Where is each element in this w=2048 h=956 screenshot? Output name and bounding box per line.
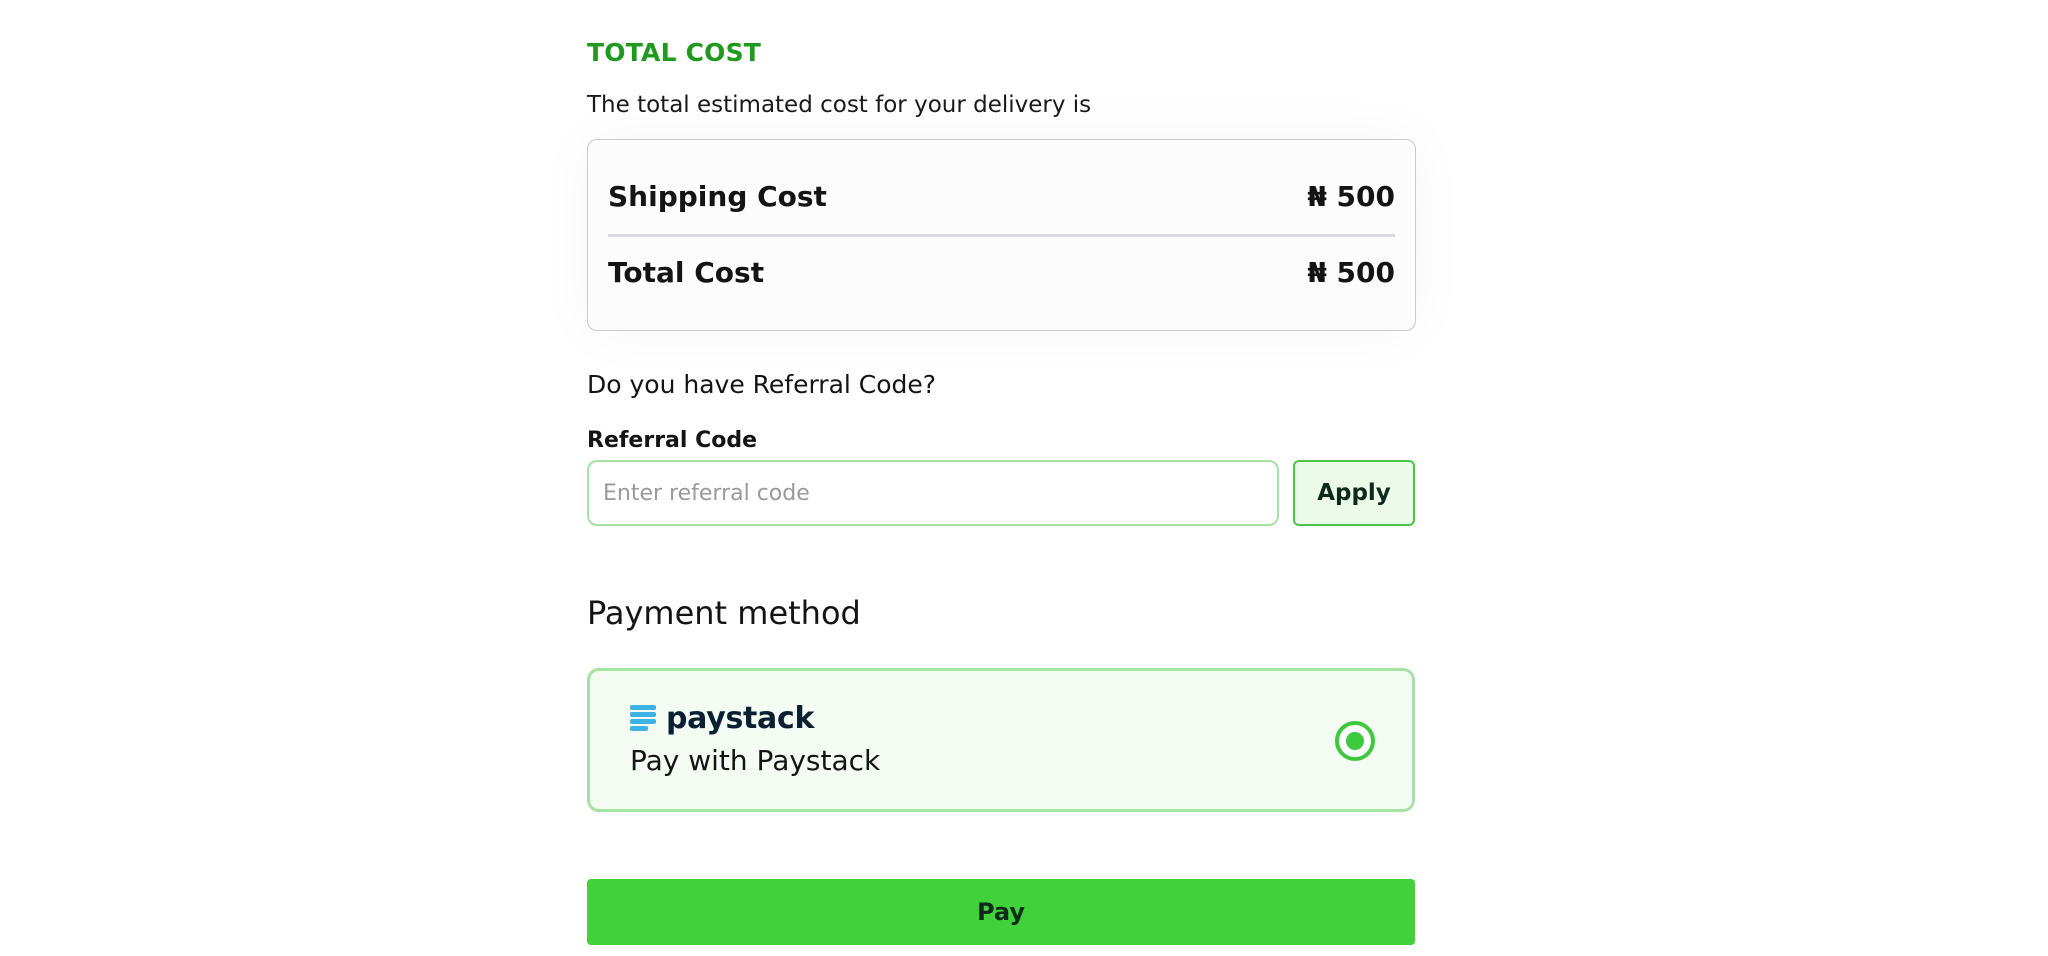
- total-cost-label: Total Cost: [608, 256, 765, 289]
- total-cost-value: ₦ 500: [1307, 256, 1395, 289]
- referral-code-label: Referral Code: [587, 428, 758, 453]
- shipping-cost-label: Shipping Cost: [608, 180, 827, 213]
- pay-button[interactable]: Pay: [587, 879, 1415, 945]
- radio-selected-dot: [1346, 732, 1364, 750]
- paystack-logo-icon: [630, 704, 656, 733]
- apply-button[interactable]: Apply: [1293, 460, 1415, 526]
- paystack-description: Pay with Paystack: [630, 744, 881, 777]
- referral-question: Do you have Referral Code?: [587, 370, 937, 399]
- cost-divider: [608, 234, 1395, 237]
- cost-summary-card: Shipping Cost ₦ 500 Total Cost ₦ 500: [587, 139, 1416, 331]
- total-cost-heading: TOTAL COST: [587, 38, 762, 67]
- payment-method-heading: Payment method: [587, 594, 861, 632]
- paystack-radio[interactable]: [1335, 721, 1375, 761]
- paystack-logo: paystack: [630, 701, 814, 736]
- paystack-brand-name: paystack: [666, 701, 815, 736]
- referral-code-input[interactable]: [587, 460, 1279, 526]
- shipping-cost-value: ₦ 500: [1307, 180, 1395, 213]
- paystack-payment-option[interactable]: paystack Pay with Paystack: [587, 668, 1415, 812]
- checkout-page: TOTAL COST The total estimated cost for …: [0, 0, 2048, 956]
- total-cost-description: The total estimated cost for your delive…: [587, 92, 1092, 118]
- total-cost-row: Total Cost ₦ 500: [608, 256, 1395, 289]
- shipping-cost-row: Shipping Cost ₦ 500: [608, 180, 1395, 213]
